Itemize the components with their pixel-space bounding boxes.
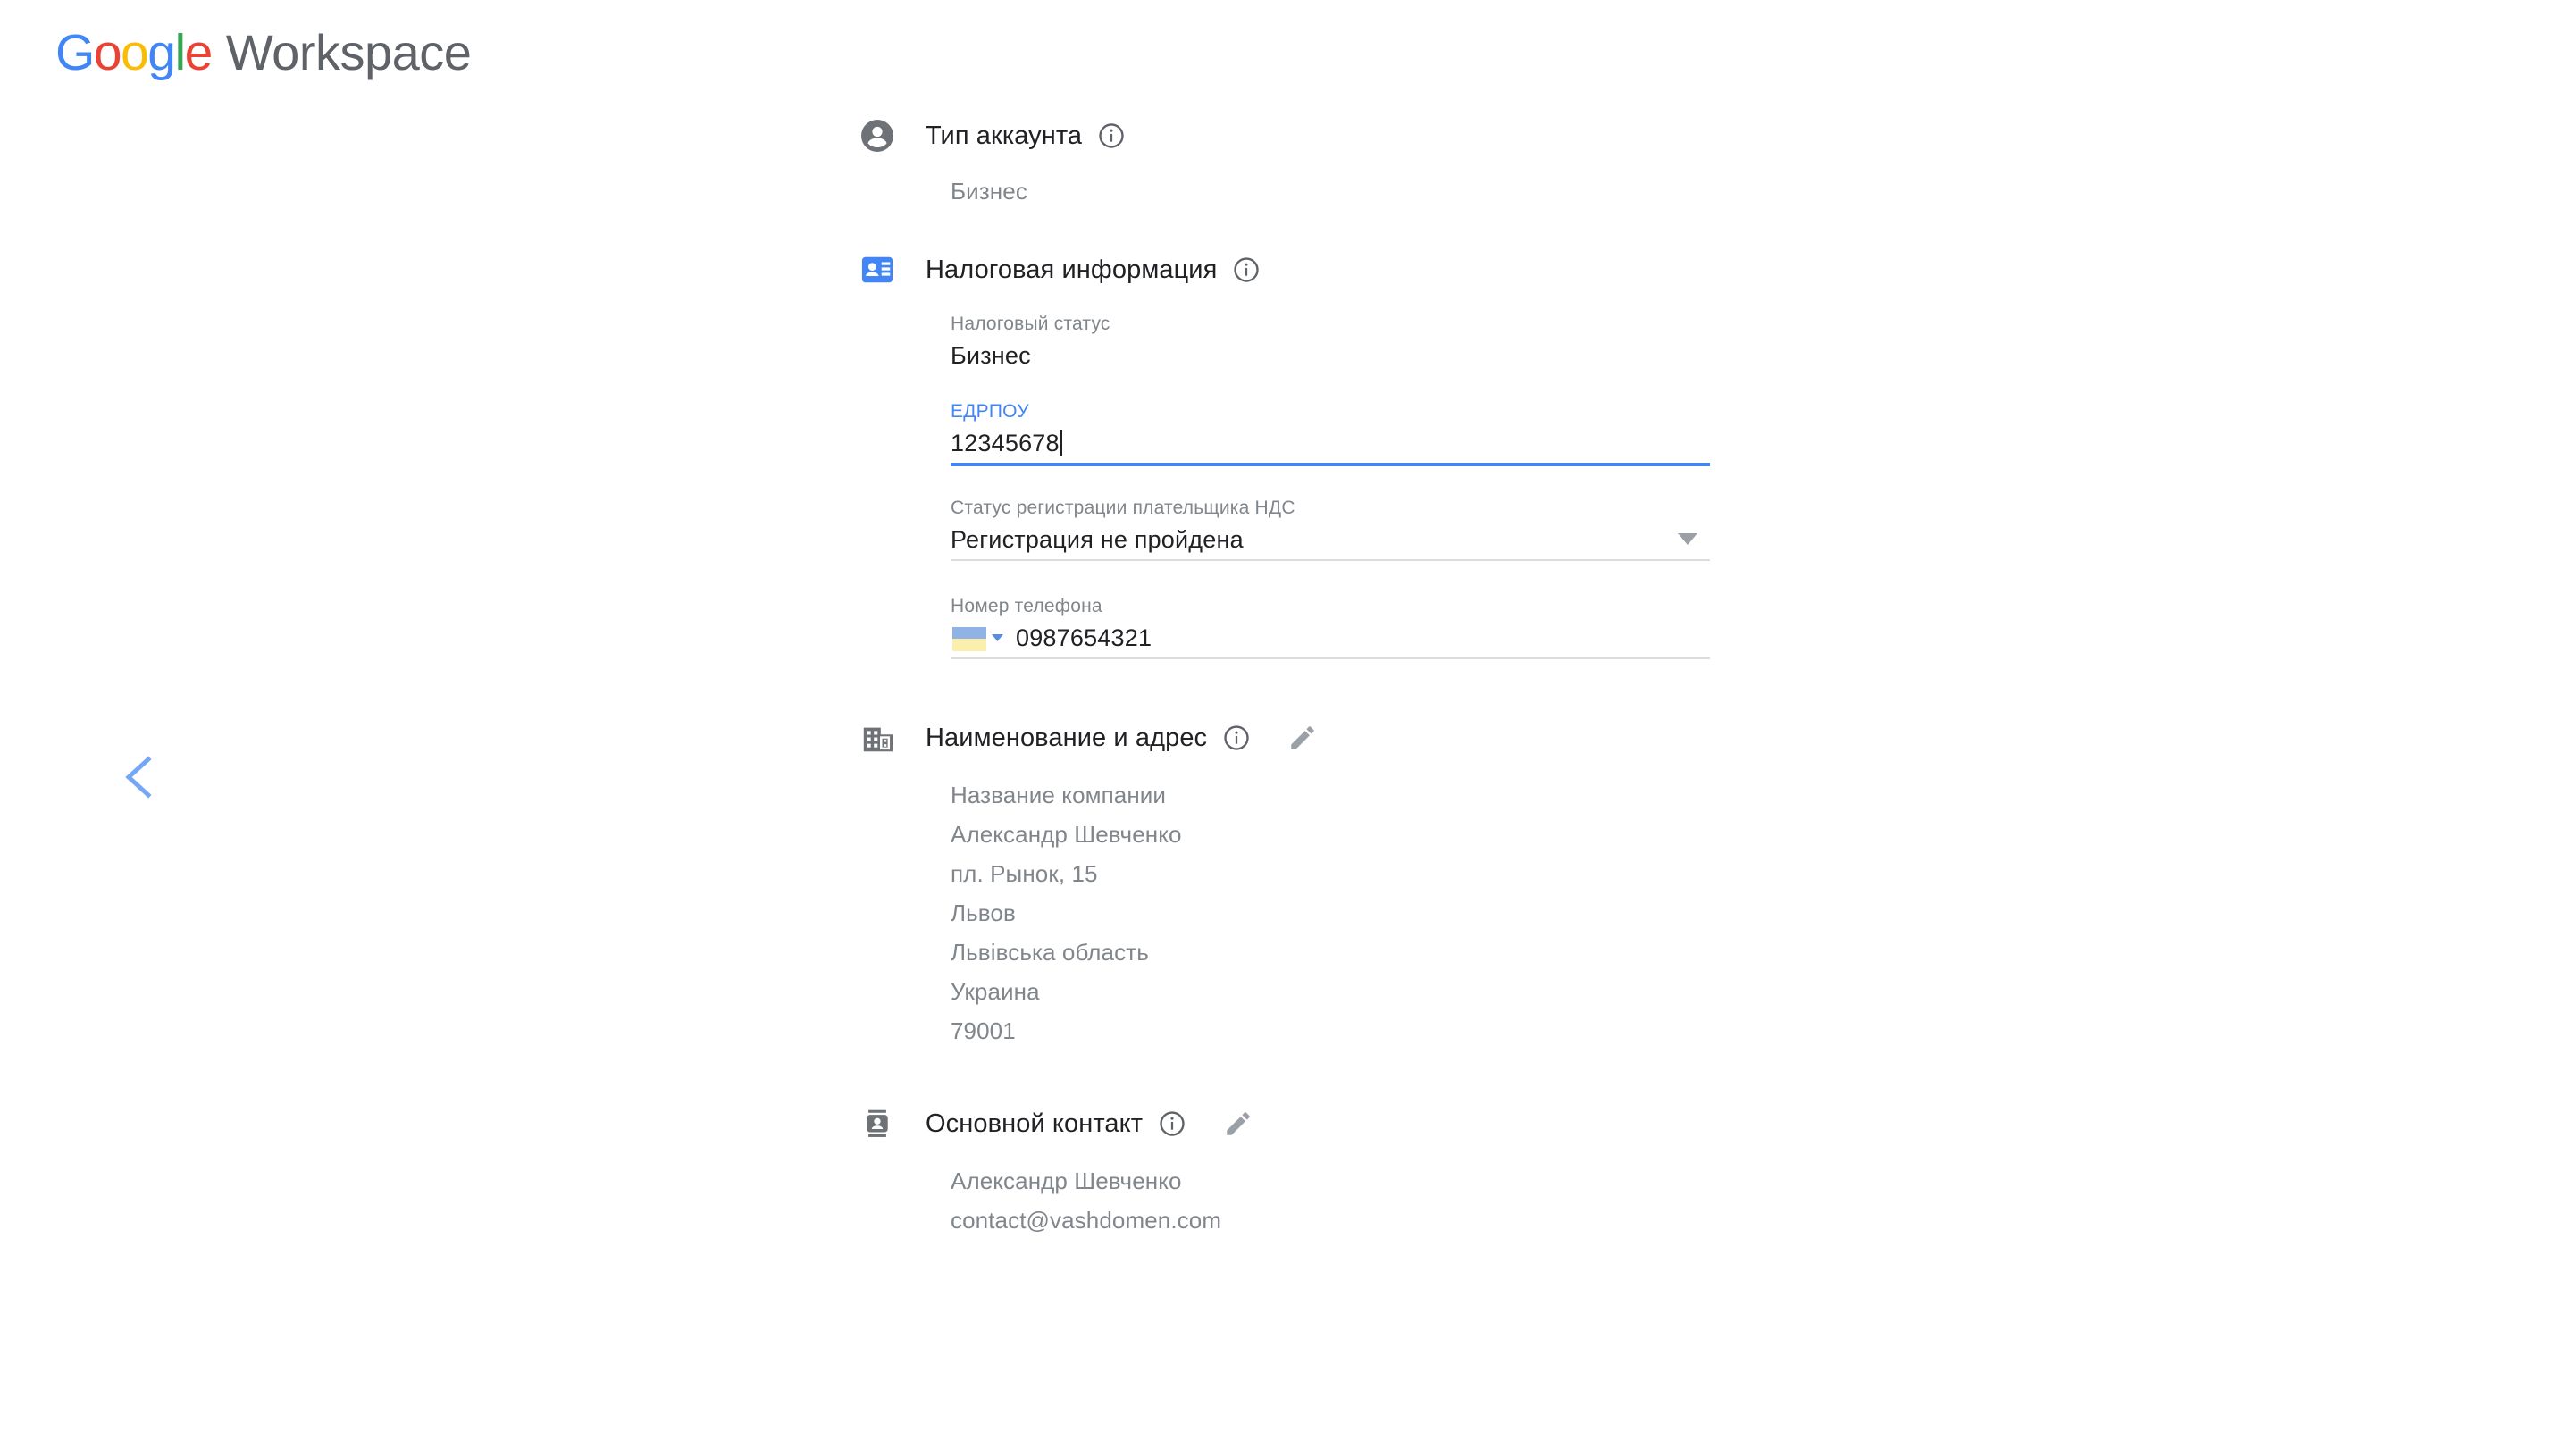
contact-badge-icon xyxy=(858,1104,897,1143)
vat-status-field[interactable]: Статус регистрации плательщика НДС Регис… xyxy=(951,497,1710,561)
phone-number-value: 0987654321 xyxy=(1016,624,1152,651)
info-icon[interactable] xyxy=(1159,1110,1186,1137)
text-cursor xyxy=(1060,430,1062,456)
primary-contact-title: Основной контакт xyxy=(926,1109,1144,1138)
address-line: пл. Рынок, 15 xyxy=(951,860,1098,887)
name-address-header: Наименование и адрес xyxy=(858,715,1840,761)
vat-status-select[interactable]: Регистрация не пройдена xyxy=(951,520,1710,559)
tax-information-title: Налоговая информация xyxy=(926,255,1218,284)
phone-number-field[interactable]: Номер телефона 0987654321 xyxy=(951,595,1710,659)
back-button[interactable] xyxy=(118,750,161,804)
logo-letter-l: l xyxy=(174,24,186,81)
account-type-body: Бизнес xyxy=(951,172,1840,211)
google-wordmark: Google xyxy=(55,23,214,82)
dropdown-triangle-icon[interactable] xyxy=(1678,533,1697,546)
edrpou-input-value: 12345678 xyxy=(951,430,1060,456)
chevron-left-icon xyxy=(125,756,152,799)
account-circle-icon xyxy=(858,116,897,155)
address-line: Львов xyxy=(951,900,1016,926)
edrpou-label: ЕДРПОУ xyxy=(951,401,1029,422)
tax-status-label: Налоговый статус xyxy=(951,314,1110,334)
address-line: Название компании xyxy=(951,782,1167,808)
address-line: Украина xyxy=(951,978,1040,1005)
logo-letter-g1: G xyxy=(55,24,95,81)
google-workspace-logo: Google Workspace xyxy=(55,23,472,82)
pencil-icon[interactable] xyxy=(1223,1109,1253,1139)
ukraine-flag-icon[interactable] xyxy=(952,626,986,651)
edrpou-field[interactable]: ЕДРПОУ 12345678 xyxy=(951,400,1710,466)
tax-information-body: Налоговый статус Бизнес ЕДРПОУ 12345678 … xyxy=(951,313,1840,659)
info-icon[interactable] xyxy=(1223,724,1250,751)
name-address-body: Название компании Александр Шевченко пл.… xyxy=(951,775,1840,1050)
primary-contact-body: Александр Шевченко contact@vashdomen.com xyxy=(951,1161,1840,1240)
country-dropdown-triangle-icon[interactable] xyxy=(992,633,1003,642)
account-settings-content: Тип аккаунта Бизнес Налоговая информация… xyxy=(858,0,1840,1240)
info-icon[interactable] xyxy=(1098,122,1125,149)
workspace-wordmark: Workspace xyxy=(225,24,472,80)
edrpou-input[interactable]: 12345678 xyxy=(951,423,1710,463)
section-primary-contact: Основной контакт Александр Шевченко cont… xyxy=(858,1100,1840,1240)
phone-number-underline xyxy=(951,657,1710,659)
section-account-type: Тип аккаунта Бизнес xyxy=(858,113,1840,211)
contact-card-icon xyxy=(858,250,897,289)
building-icon xyxy=(858,718,897,757)
phone-number-row[interactable]: 0987654321 xyxy=(951,618,1710,657)
section-tax-information: Налоговая информация Налоговый статус Би… xyxy=(858,247,1840,659)
vat-status-underline xyxy=(951,559,1710,561)
account-type-value: Бизнес xyxy=(951,178,1027,205)
tax-status-value: Бизнес xyxy=(951,342,1031,369)
vat-status-value: Регистрация не пройдена xyxy=(951,526,1244,553)
contact-line: Александр Шевченко xyxy=(951,1167,1182,1194)
contact-line: contact@vashdomen.com xyxy=(951,1207,1222,1234)
logo-letter-o2: o xyxy=(121,24,149,81)
logo-letter-e: e xyxy=(184,24,214,81)
phone-number-label: Номер телефона xyxy=(951,596,1102,616)
tax-status-field: Налоговый статус Бизнес xyxy=(951,313,1710,375)
pencil-icon[interactable] xyxy=(1287,723,1318,753)
primary-contact-header: Основной контакт xyxy=(858,1100,1840,1147)
vat-status-label: Статус регистрации плательщика НДС xyxy=(951,498,1295,518)
address-line: 79001 xyxy=(951,1017,1016,1044)
info-icon[interactable] xyxy=(1233,256,1260,283)
account-type-title: Тип аккаунта xyxy=(926,121,1083,150)
account-type-header: Тип аккаунта xyxy=(858,113,1840,159)
logo-letter-o1: o xyxy=(93,24,122,81)
edrpou-underline xyxy=(951,463,1710,466)
tax-information-header: Налоговая информация xyxy=(858,247,1840,293)
name-address-title: Наименование и адрес xyxy=(926,723,1208,752)
address-line: Александр Шевченко xyxy=(951,821,1182,848)
section-name-and-address: Наименование и адрес Название компании А… xyxy=(858,715,1840,1050)
logo-letter-g2: g xyxy=(147,24,176,81)
address-line: Львівська область xyxy=(951,939,1149,966)
